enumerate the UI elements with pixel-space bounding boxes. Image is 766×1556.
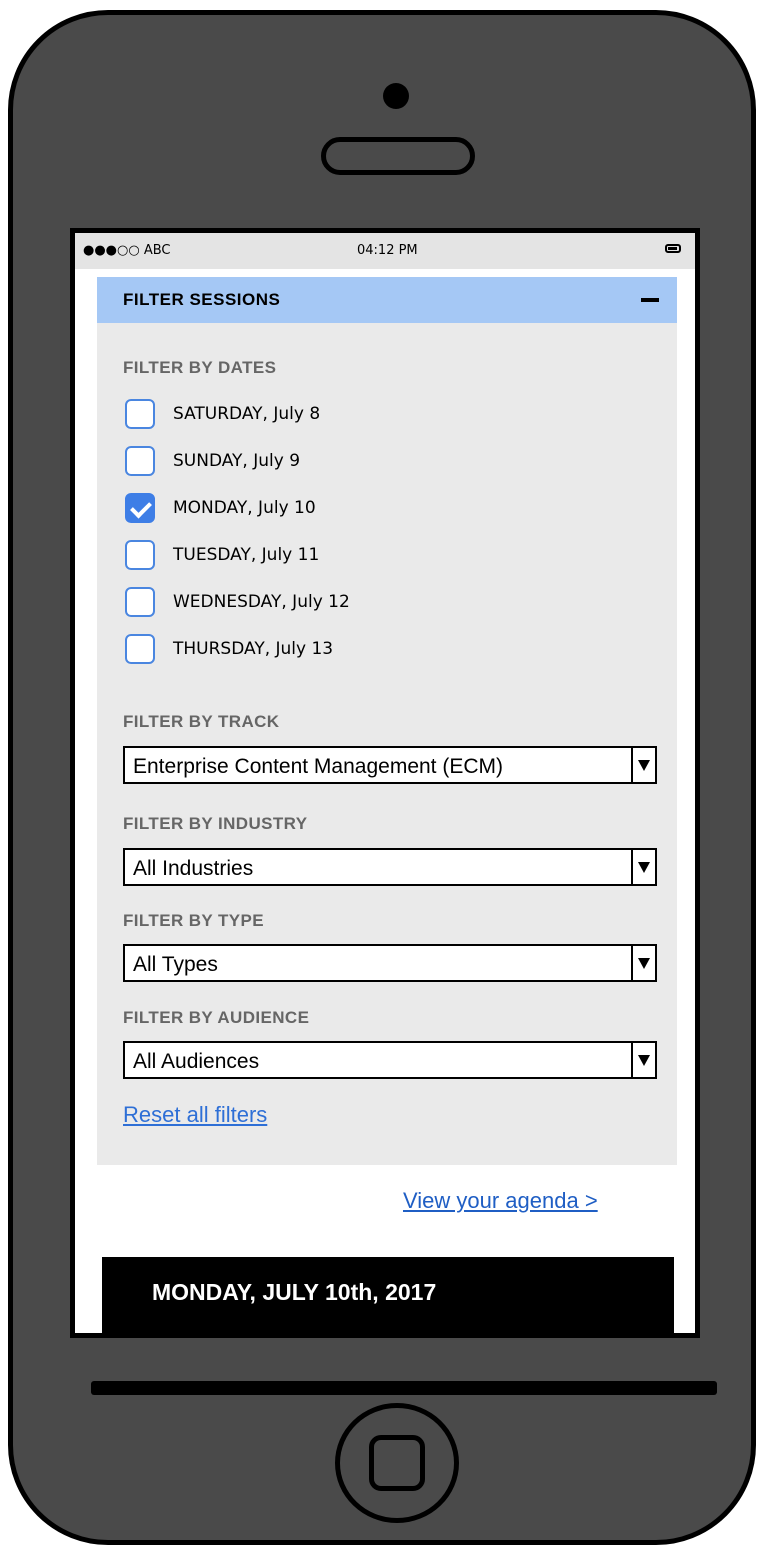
date-option-label: SATURDAY, July 8: [173, 404, 321, 424]
dropdown-arrow-icon[interactable]: [631, 850, 655, 884]
date-option-label: WEDNESDAY, July 12: [173, 592, 350, 612]
date-option-label: TUESDAY, July 11: [173, 545, 320, 565]
industry-select[interactable]: All Industries: [123, 848, 657, 886]
date-option-wednesday[interactable]: WEDNESDAY, July 12: [125, 587, 525, 617]
audience-select[interactable]: All Audiences: [123, 1041, 657, 1079]
filter-industry-label: FILTER BY INDUSTRY: [123, 814, 308, 833]
filter-audience-label: FILTER BY AUDIENCE: [123, 1008, 310, 1027]
filter-type-label: FILTER BY TYPE: [123, 911, 264, 930]
checkbox-checked[interactable]: [125, 493, 155, 523]
screen-bottom-edge: [91, 1381, 717, 1395]
dropdown-arrow-icon[interactable]: [631, 946, 655, 980]
checkbox[interactable]: [125, 399, 155, 429]
filter-track-label: FILTER BY TRACK: [123, 712, 280, 731]
home-button-icon: [369, 1435, 425, 1491]
battery-icon: [665, 244, 681, 253]
view-agenda-link[interactable]: View your agenda >: [403, 1188, 598, 1214]
day-title: MONDAY, JULY 10th, 2017: [152, 1279, 437, 1305]
date-option-label: SUNDAY, July 9: [173, 451, 301, 471]
date-option-label: THURSDAY, July 13: [173, 639, 334, 659]
date-option-saturday[interactable]: SATURDAY, July 8: [125, 399, 525, 429]
reset-filters-link[interactable]: Reset all filters: [123, 1102, 267, 1128]
date-option-sunday[interactable]: SUNDAY, July 9: [125, 446, 525, 476]
type-select[interactable]: All Types: [123, 944, 657, 982]
checkbox[interactable]: [125, 540, 155, 570]
audience-select-value: All Audiences: [133, 1050, 260, 1073]
date-option-label: MONDAY, July 10: [173, 498, 316, 518]
filter-title: FILTER SESSIONS: [123, 290, 281, 309]
status-bar: ●●●○○ ABC 04:12 PM: [75, 233, 695, 269]
date-option-tuesday[interactable]: TUESDAY, July 11: [125, 540, 525, 570]
checkbox[interactable]: [125, 587, 155, 617]
status-time: 04:12 PM: [357, 243, 418, 258]
phone-screen: ●●●○○ ABC 04:12 PM FILTER SESSIONS FILTE…: [70, 228, 700, 1338]
track-select-value: Enterprise Content Management (ECM): [133, 755, 503, 778]
date-option-monday[interactable]: MONDAY, July 10: [125, 493, 525, 523]
minus-icon[interactable]: [641, 298, 659, 302]
speaker-grille: [321, 137, 475, 175]
type-select-value: All Types: [133, 953, 218, 976]
checkbox[interactable]: [125, 634, 155, 664]
filter-dates-label: FILTER BY DATES: [123, 358, 277, 377]
carrier-label: ●●●○○ ABC: [83, 243, 171, 258]
date-option-thursday[interactable]: THURSDAY, July 13: [125, 634, 525, 664]
dropdown-arrow-icon[interactable]: [631, 1043, 655, 1077]
filter-panel: FILTER SESSIONS FILTER BY DATES SATURDAY…: [97, 277, 677, 1165]
camera-icon: [383, 83, 409, 109]
checkbox[interactable]: [125, 446, 155, 476]
track-select[interactable]: Enterprise Content Management (ECM): [123, 746, 657, 784]
dropdown-arrow-icon[interactable]: [631, 748, 655, 782]
day-banner: MONDAY, JULY 10th, 2017: [102, 1257, 674, 1333]
industry-select-value: All Industries: [133, 857, 254, 880]
filter-header[interactable]: FILTER SESSIONS: [97, 277, 677, 323]
